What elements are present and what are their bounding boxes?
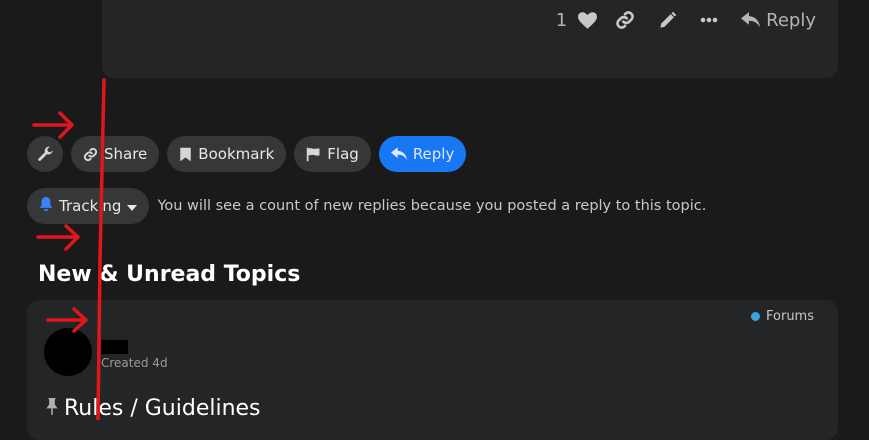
bell-icon — [39, 196, 53, 216]
annotation-arrow — [32, 111, 74, 139]
pencil-icon[interactable] — [655, 6, 679, 34]
reply-arrow-icon — [390, 147, 407, 161]
share-label: Share — [104, 145, 148, 163]
created-age: Created 4d — [101, 356, 168, 370]
flag-button[interactable]: Flag — [294, 136, 371, 172]
chevron-down-icon — [127, 197, 138, 215]
category-label: Forums — [766, 309, 814, 324]
bookmark-button[interactable]: Bookmark — [167, 136, 287, 172]
tracking-description: You will see a count of new replies beca… — [157, 198, 707, 214]
flag-icon — [306, 147, 321, 162]
post-reply-button[interactable]: Reply — [741, 6, 816, 34]
reply-arrow-icon — [741, 12, 761, 28]
heart-icon[interactable] — [575, 6, 599, 34]
bookmark-icon — [179, 147, 192, 162]
like-count[interactable]: 1 — [556, 10, 567, 31]
topic-footer-buttons: Share Bookmark Flag Reply — [27, 136, 467, 172]
post-reply-label: Reply — [766, 9, 816, 31]
post-card: 1 Reply — [102, 0, 838, 78]
suggested-topics-heading: New & Unread Topics — [38, 262, 301, 287]
flag-label: Flag — [327, 145, 359, 163]
admin-wrench-button[interactable] — [27, 136, 63, 172]
topic-card[interactable]: Forums Created 4d Rules / Guidelines — [27, 300, 838, 440]
share-button[interactable]: Share — [71, 136, 160, 172]
topic-title: Rules / Guidelines — [64, 396, 261, 421]
notifications-row: Tracking You will see a count of new rep… — [27, 188, 706, 224]
category-badge[interactable]: Forums — [751, 309, 814, 324]
topic-reply-button[interactable]: Reply — [378, 136, 467, 172]
bookmark-label: Bookmark — [198, 145, 275, 163]
pin-icon — [44, 396, 60, 421]
tracking-label: Tracking — [59, 197, 122, 215]
redacted-username — [101, 340, 128, 354]
link-icon — [83, 147, 98, 162]
category-dot — [751, 312, 760, 321]
topic-reply-label: Reply — [412, 145, 455, 163]
topic-title-link[interactable]: Rules / Guidelines — [44, 396, 261, 421]
wrench-icon — [37, 146, 54, 163]
tracking-dropdown[interactable]: Tracking — [27, 188, 150, 224]
annotation-arrow — [36, 224, 80, 251]
ellipsis-icon[interactable] — [697, 6, 721, 34]
link-icon[interactable] — [613, 6, 637, 34]
avatar[interactable] — [44, 328, 92, 376]
post-actions: 1 Reply — [556, 6, 816, 34]
